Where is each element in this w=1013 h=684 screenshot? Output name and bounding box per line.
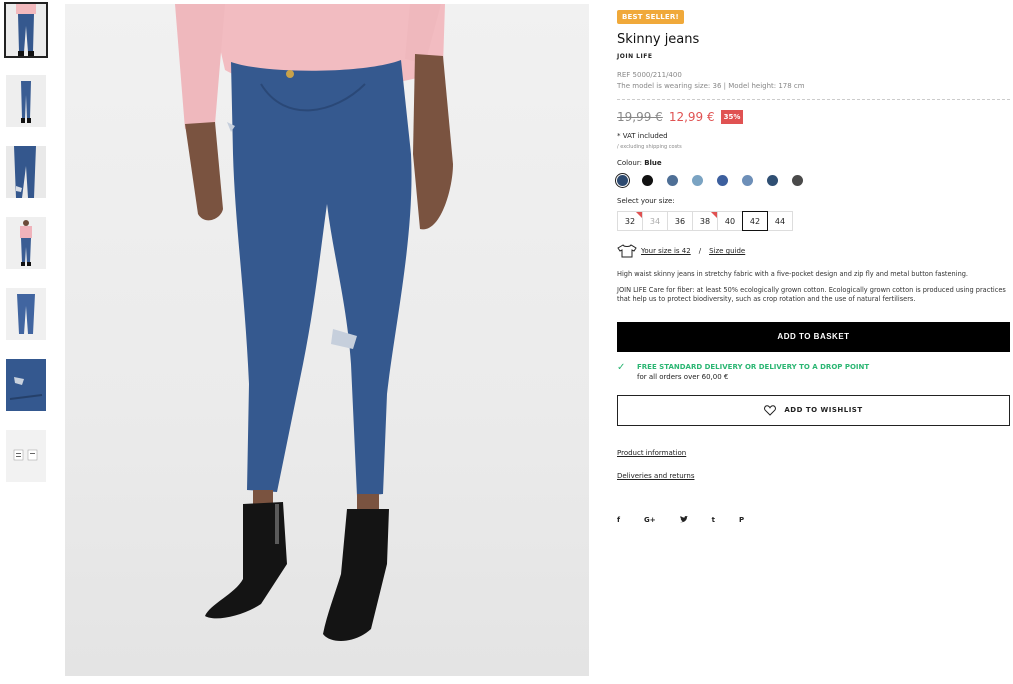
product-details-panel: BEST SELLER! Skinny jeans JOIN LIFE REF … (617, 4, 1010, 525)
colour-label: Colour: (617, 159, 642, 167)
facebook-icon[interactable]: f (617, 516, 620, 524)
heart-icon (764, 404, 777, 416)
dashed-divider (617, 99, 1010, 100)
size-option[interactable]: 42 (742, 211, 768, 231)
sale-price: 12,99 € (668, 110, 715, 124)
product-photo-jeans (175, 4, 453, 641)
deliveries-returns-link[interactable]: Deliveries and returns (617, 472, 1010, 480)
thumbnail-gallery (4, 2, 48, 501)
size-option[interactable]: 32 (617, 211, 643, 231)
delivery-info: ✓ FREE STANDARD DELIVERY OR DELIVERY TO … (617, 361, 1010, 381)
thumbnail-2[interactable] (6, 75, 46, 127)
discount-badge: 35% (720, 110, 744, 124)
tumblr-icon[interactable]: t (712, 516, 715, 524)
thumbnail-4[interactable] (6, 217, 46, 269)
main-product-image[interactable] (65, 4, 589, 676)
product-reference: REF 5000/211/400 (617, 71, 682, 79)
google-plus-icon[interactable]: G+ (644, 516, 656, 524)
size-option[interactable]: 40 (717, 211, 743, 231)
colour-row: Colour: Blue (617, 159, 1010, 167)
delivery-title: FREE STANDARD DELIVERY OR DELIVERY TO A … (637, 362, 870, 371)
sustainability-text: JOIN LIFE Care for fiber: at least 50% e… (617, 285, 1006, 304)
thumbnail-6[interactable] (6, 359, 46, 411)
twitter-icon[interactable] (679, 515, 688, 525)
size-guide-link[interactable]: Size guide (709, 247, 745, 255)
colour-swatch[interactable] (742, 175, 753, 186)
colour-swatches (617, 175, 1010, 186)
product-title: Skinny jeans (617, 32, 700, 47)
vat-note: * VAT included (617, 132, 668, 140)
size-selector: 32 34 36 38 40 42 44 (617, 211, 1010, 231)
collection-label: JOIN LIFE (617, 53, 653, 60)
social-share-row: f G+ t P (617, 515, 1010, 525)
selected-colour: Blue (644, 159, 662, 167)
size-option[interactable]: 36 (667, 211, 693, 231)
colour-swatch[interactable] (642, 175, 653, 186)
description-text: High waist skinny jeans in stretchy fabr… (617, 270, 969, 278)
thumbnail-5[interactable] (6, 288, 46, 340)
colour-swatch[interactable] (667, 175, 678, 186)
price-row: 19,99 € 12,99 € 35% (617, 110, 1010, 124)
size-label: Select your size: (617, 197, 675, 205)
check-icon: ✓ (617, 361, 626, 373)
product-information-link[interactable]: Product information (617, 449, 1010, 457)
colour-swatch[interactable] (617, 175, 628, 186)
old-price: 19,99 € (617, 110, 663, 124)
twitter-bird-glyph (679, 515, 688, 522)
size-option[interactable]: 44 (767, 211, 793, 231)
best-seller-badge: BEST SELLER! (617, 10, 684, 24)
add-to-basket-button[interactable]: ADD TO BASKET (617, 321, 1010, 352)
colour-swatch[interactable] (767, 175, 778, 186)
colour-swatch[interactable] (717, 175, 728, 186)
size-option[interactable]: 38 (692, 211, 718, 231)
thumbnail-1[interactable] (4, 2, 48, 58)
add-to-wishlist-button[interactable]: ADD TO WISHLIST (617, 394, 1010, 426)
delivery-subtitle: for all orders over 60,00 € (637, 372, 729, 381)
tshirt-icon (617, 244, 637, 258)
wishlist-label: ADD TO WISHLIST (784, 406, 863, 414)
size-option[interactable]: 34 (642, 211, 668, 231)
colour-swatch[interactable] (792, 175, 803, 186)
model-info: The model is wearing size: 36 | Model he… (617, 82, 805, 90)
shipping-note: / excluding shipping costs (617, 144, 682, 150)
thumbnail-3[interactable] (6, 146, 46, 198)
colour-swatch[interactable] (692, 175, 703, 186)
your-size-link[interactable]: Your size is 42 (641, 247, 691, 255)
pinterest-icon[interactable]: P (739, 516, 744, 524)
separator: / (698, 247, 702, 255)
size-help-row: Your size is 42 / Size guide (617, 244, 1010, 258)
thumbnail-7[interactable] (6, 430, 46, 482)
